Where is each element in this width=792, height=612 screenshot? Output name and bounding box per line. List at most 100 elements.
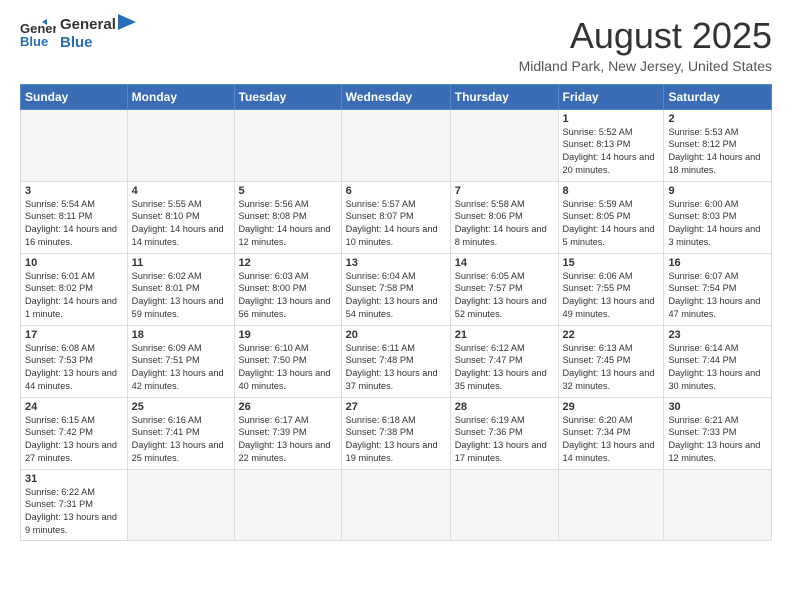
day-number: 25 bbox=[132, 401, 230, 413]
calendar-day-19: 19Sunrise: 6:10 AM Sunset: 7:50 PM Dayli… bbox=[234, 325, 341, 397]
day-info: Sunrise: 6:05 AM Sunset: 7:57 PM Dayligh… bbox=[455, 270, 554, 322]
calendar-day-6: 6Sunrise: 5:57 AM Sunset: 8:07 PM Daylig… bbox=[341, 181, 450, 253]
calendar-day-5: 5Sunrise: 5:56 AM Sunset: 8:08 PM Daylig… bbox=[234, 181, 341, 253]
day-number: 22 bbox=[563, 329, 660, 341]
day-number: 26 bbox=[239, 401, 337, 413]
calendar-day-18: 18Sunrise: 6:09 AM Sunset: 7:51 PM Dayli… bbox=[127, 325, 234, 397]
day-number: 15 bbox=[563, 257, 660, 269]
day-info: Sunrise: 5:53 AM Sunset: 8:12 PM Dayligh… bbox=[668, 126, 767, 178]
calendar-day-10: 10Sunrise: 6:01 AM Sunset: 8:02 PM Dayli… bbox=[21, 253, 128, 325]
day-info: Sunrise: 5:59 AM Sunset: 8:05 PM Dayligh… bbox=[563, 198, 660, 250]
calendar-day-13: 13Sunrise: 6:04 AM Sunset: 7:58 PM Dayli… bbox=[341, 253, 450, 325]
day-number: 8 bbox=[563, 185, 660, 197]
day-number: 11 bbox=[132, 257, 230, 269]
day-number: 28 bbox=[455, 401, 554, 413]
calendar-day-11: 11Sunrise: 6:02 AM Sunset: 8:01 PM Dayli… bbox=[127, 253, 234, 325]
day-info: Sunrise: 5:58 AM Sunset: 8:06 PM Dayligh… bbox=[455, 198, 554, 250]
calendar-header-thursday: Thursday bbox=[450, 84, 558, 109]
day-info: Sunrise: 6:07 AM Sunset: 7:54 PM Dayligh… bbox=[668, 270, 767, 322]
calendar-header-monday: Monday bbox=[127, 84, 234, 109]
calendar-day-empty bbox=[450, 109, 558, 181]
calendar-day-empty bbox=[234, 469, 341, 541]
day-info: Sunrise: 6:14 AM Sunset: 7:44 PM Dayligh… bbox=[668, 342, 767, 394]
day-info: Sunrise: 5:55 AM Sunset: 8:10 PM Dayligh… bbox=[132, 198, 230, 250]
title-area: August 2025 Midland Park, New Jersey, Un… bbox=[519, 16, 772, 74]
calendar-day-21: 21Sunrise: 6:12 AM Sunset: 7:47 PM Dayli… bbox=[450, 325, 558, 397]
calendar-header-wednesday: Wednesday bbox=[341, 84, 450, 109]
calendar-day-28: 28Sunrise: 6:19 AM Sunset: 7:36 PM Dayli… bbox=[450, 397, 558, 469]
day-info: Sunrise: 6:22 AM Sunset: 7:31 PM Dayligh… bbox=[25, 486, 123, 538]
calendar-week-row: 31Sunrise: 6:22 AM Sunset: 7:31 PM Dayli… bbox=[21, 469, 772, 541]
calendar-header-sunday: Sunday bbox=[21, 84, 128, 109]
calendar-day-24: 24Sunrise: 6:15 AM Sunset: 7:42 PM Dayli… bbox=[21, 397, 128, 469]
calendar-day-9: 9Sunrise: 6:00 AM Sunset: 8:03 PM Daylig… bbox=[664, 181, 772, 253]
calendar-day-empty bbox=[127, 109, 234, 181]
day-number: 13 bbox=[346, 257, 446, 269]
day-number: 2 bbox=[668, 113, 767, 125]
logo-flag-icon bbox=[116, 14, 138, 42]
logo-blue-text: Blue bbox=[60, 34, 116, 52]
day-number: 31 bbox=[25, 473, 123, 485]
day-info: Sunrise: 6:20 AM Sunset: 7:34 PM Dayligh… bbox=[563, 414, 660, 466]
day-info: Sunrise: 6:10 AM Sunset: 7:50 PM Dayligh… bbox=[239, 342, 337, 394]
day-number: 1 bbox=[563, 113, 660, 125]
location: Midland Park, New Jersey, United States bbox=[519, 58, 772, 74]
calendar-day-23: 23Sunrise: 6:14 AM Sunset: 7:44 PM Dayli… bbox=[664, 325, 772, 397]
calendar-header-row: SundayMondayTuesdayWednesdayThursdayFrid… bbox=[21, 84, 772, 109]
day-info: Sunrise: 5:54 AM Sunset: 8:11 PM Dayligh… bbox=[25, 198, 123, 250]
calendar-table: SundayMondayTuesdayWednesdayThursdayFrid… bbox=[20, 84, 772, 542]
day-info: Sunrise: 5:52 AM Sunset: 8:13 PM Dayligh… bbox=[563, 126, 660, 178]
calendar-day-30: 30Sunrise: 6:21 AM Sunset: 7:33 PM Dayli… bbox=[664, 397, 772, 469]
calendar-week-row: 3Sunrise: 5:54 AM Sunset: 8:11 PM Daylig… bbox=[21, 181, 772, 253]
calendar-day-14: 14Sunrise: 6:05 AM Sunset: 7:57 PM Dayli… bbox=[450, 253, 558, 325]
day-number: 3 bbox=[25, 185, 123, 197]
day-info: Sunrise: 6:08 AM Sunset: 7:53 PM Dayligh… bbox=[25, 342, 123, 394]
day-number: 6 bbox=[346, 185, 446, 197]
calendar-day-17: 17Sunrise: 6:08 AM Sunset: 7:53 PM Dayli… bbox=[21, 325, 128, 397]
day-number: 20 bbox=[346, 329, 446, 341]
day-info: Sunrise: 6:09 AM Sunset: 7:51 PM Dayligh… bbox=[132, 342, 230, 394]
day-number: 21 bbox=[455, 329, 554, 341]
day-number: 18 bbox=[132, 329, 230, 341]
day-number: 17 bbox=[25, 329, 123, 341]
day-info: Sunrise: 6:11 AM Sunset: 7:48 PM Dayligh… bbox=[346, 342, 446, 394]
day-info: Sunrise: 6:21 AM Sunset: 7:33 PM Dayligh… bbox=[668, 414, 767, 466]
day-info: Sunrise: 5:56 AM Sunset: 8:08 PM Dayligh… bbox=[239, 198, 337, 250]
calendar-day-empty bbox=[341, 469, 450, 541]
day-info: Sunrise: 5:57 AM Sunset: 8:07 PM Dayligh… bbox=[346, 198, 446, 250]
day-number: 30 bbox=[668, 401, 767, 413]
calendar-week-row: 10Sunrise: 6:01 AM Sunset: 8:02 PM Dayli… bbox=[21, 253, 772, 325]
day-info: Sunrise: 6:19 AM Sunset: 7:36 PM Dayligh… bbox=[455, 414, 554, 466]
calendar-day-empty bbox=[21, 109, 128, 181]
day-number: 27 bbox=[346, 401, 446, 413]
calendar-day-1: 1Sunrise: 5:52 AM Sunset: 8:13 PM Daylig… bbox=[558, 109, 664, 181]
page: General Blue General Blue August 2025 Mi… bbox=[0, 0, 792, 551]
day-info: Sunrise: 6:13 AM Sunset: 7:45 PM Dayligh… bbox=[563, 342, 660, 394]
day-number: 12 bbox=[239, 257, 337, 269]
calendar-day-3: 3Sunrise: 5:54 AM Sunset: 8:11 PM Daylig… bbox=[21, 181, 128, 253]
day-number: 10 bbox=[25, 257, 123, 269]
calendar-day-7: 7Sunrise: 5:58 AM Sunset: 8:06 PM Daylig… bbox=[450, 181, 558, 253]
calendar-week-row: 1Sunrise: 5:52 AM Sunset: 8:13 PM Daylig… bbox=[21, 109, 772, 181]
calendar-day-8: 8Sunrise: 5:59 AM Sunset: 8:05 PM Daylig… bbox=[558, 181, 664, 253]
calendar-week-row: 24Sunrise: 6:15 AM Sunset: 7:42 PM Dayli… bbox=[21, 397, 772, 469]
day-number: 24 bbox=[25, 401, 123, 413]
header: General Blue General Blue August 2025 Mi… bbox=[20, 16, 772, 74]
calendar-day-empty bbox=[341, 109, 450, 181]
day-number: 9 bbox=[668, 185, 767, 197]
calendar-header-tuesday: Tuesday bbox=[234, 84, 341, 109]
day-info: Sunrise: 6:01 AM Sunset: 8:02 PM Dayligh… bbox=[25, 270, 123, 322]
calendar-day-16: 16Sunrise: 6:07 AM Sunset: 7:54 PM Dayli… bbox=[664, 253, 772, 325]
calendar-day-empty bbox=[234, 109, 341, 181]
calendar-day-22: 22Sunrise: 6:13 AM Sunset: 7:45 PM Dayli… bbox=[558, 325, 664, 397]
calendar-day-empty bbox=[127, 469, 234, 541]
calendar-day-empty bbox=[450, 469, 558, 541]
calendar-day-empty bbox=[558, 469, 664, 541]
calendar-day-empty bbox=[664, 469, 772, 541]
logo-general-text: General bbox=[60, 16, 116, 34]
day-info: Sunrise: 6:16 AM Sunset: 7:41 PM Dayligh… bbox=[132, 414, 230, 466]
day-info: Sunrise: 6:17 AM Sunset: 7:39 PM Dayligh… bbox=[239, 414, 337, 466]
calendar-day-26: 26Sunrise: 6:17 AM Sunset: 7:39 PM Dayli… bbox=[234, 397, 341, 469]
day-number: 4 bbox=[132, 185, 230, 197]
calendar-day-20: 20Sunrise: 6:11 AM Sunset: 7:48 PM Dayli… bbox=[341, 325, 450, 397]
